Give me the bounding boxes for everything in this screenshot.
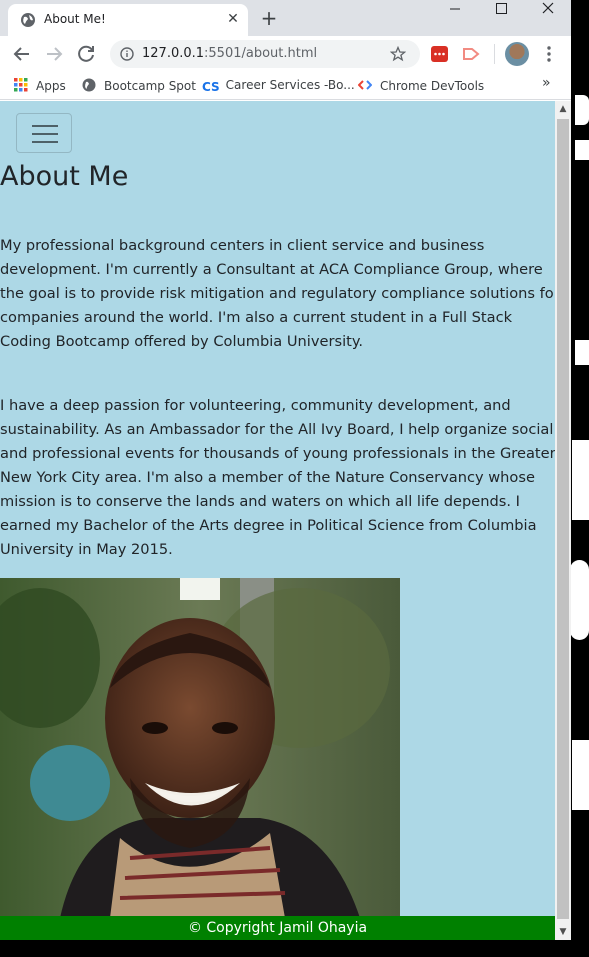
devtools-icon — [358, 80, 372, 90]
star-icon[interactable] — [390, 46, 406, 62]
reload-icon[interactable] — [74, 42, 98, 66]
hamburger-icon-bar — [32, 141, 58, 143]
browser-toolbar: 127.0.0.1:5501/about.html — [0, 36, 571, 72]
apps-grid-icon — [14, 78, 28, 92]
back-icon[interactable] — [10, 42, 34, 66]
globe-icon — [21, 13, 35, 27]
maximize-icon — [496, 3, 507, 14]
tab-strip: About Me! ✕ + — [0, 0, 571, 36]
bookmark-devtools-label: Chrome DevTools — [380, 79, 485, 93]
desktop-wallpaper-shape — [572, 740, 589, 810]
url-text: 127.0.0.1:5501/about.html — [142, 46, 317, 61]
bookmark-apps-label: Apps — [36, 79, 66, 93]
bookmark-career-services[interactable]: CS Career Services -Bo... — [202, 78, 355, 94]
scrollbar-thumb[interactable] — [557, 119, 569, 919]
cs-logo-icon: CS — [202, 80, 220, 94]
extension-dots-icon — [434, 52, 445, 56]
page-scrollbar[interactable]: ▲ ▼ — [555, 101, 571, 940]
info-icon[interactable] — [120, 47, 134, 61]
minimize-button[interactable] — [432, 0, 478, 30]
maximize-button[interactable] — [478, 0, 524, 30]
scroll-down-arrow[interactable]: ▼ — [555, 924, 571, 940]
page-viewport: About Me My professional background cent… — [0, 101, 555, 940]
bookmark-bootcamp-label: Bootcamp Spot — [104, 79, 196, 93]
bookmarks-bar: Apps Bootcamp Spot CS Career Services -Bo… — [0, 72, 571, 100]
page-title: About Me — [0, 161, 129, 192]
plus-icon[interactable]: + — [258, 8, 280, 30]
bookmark-apps[interactable]: Apps — [14, 78, 66, 93]
toolbar-divider — [494, 44, 495, 64]
cast-extension-icon[interactable] — [462, 46, 480, 62]
bookmark-chrome-devtools[interactable]: Chrome DevTools — [358, 78, 484, 93]
page-footer: © Copyright Jamil Ohayia — [0, 916, 555, 940]
desktop-wallpaper-shape — [575, 140, 589, 160]
hamburger-icon-bar — [32, 133, 58, 135]
address-bar[interactable]: 127.0.0.1:5501/about.html — [110, 40, 420, 68]
desktop-wallpaper-shape — [570, 560, 589, 640]
desktop-wallpaper-shape — [575, 95, 589, 125]
hamburger-icon-bar — [32, 125, 58, 127]
url-host: 127.0.0.1 — [142, 46, 205, 61]
profile-avatar[interactable] — [505, 42, 529, 66]
bookmark-bootcamp-spot[interactable]: Bootcamp Spot — [82, 78, 196, 93]
browser-window: About Me! ✕ + 127.0.0.1:5501/about.html … — [0, 0, 571, 940]
bookmarks-overflow-button[interactable]: » — [542, 75, 551, 91]
close-icon[interactable]: ✕ — [224, 10, 242, 28]
tab-title: About Me! — [44, 12, 106, 26]
window-close-button[interactable] — [525, 0, 571, 30]
forward-icon[interactable] — [42, 42, 66, 66]
tab-about-me[interactable]: About Me! ✕ — [8, 4, 248, 36]
desktop-wallpaper-shape — [572, 440, 589, 520]
navbar-toggler-button[interactable] — [16, 113, 72, 153]
minimize-icon — [450, 8, 460, 10]
scroll-up-arrow[interactable]: ▲ — [555, 101, 571, 117]
bookmark-career-label: Career Services -Bo... — [225, 78, 355, 92]
profile-photo — [0, 578, 400, 918]
desktop-wallpaper-shape — [575, 340, 589, 365]
about-paragraph-1: My professional background centers in cl… — [0, 237, 555, 350]
window-close-icon — [542, 2, 554, 14]
globe-icon — [82, 78, 96, 92]
menu-dots-icon[interactable] — [541, 44, 557, 64]
about-paragraph-2: I have a deep passion for volunteering, … — [0, 397, 555, 558]
extension-icon[interactable] — [431, 46, 448, 62]
url-path: :5501/about.html — [204, 46, 318, 61]
